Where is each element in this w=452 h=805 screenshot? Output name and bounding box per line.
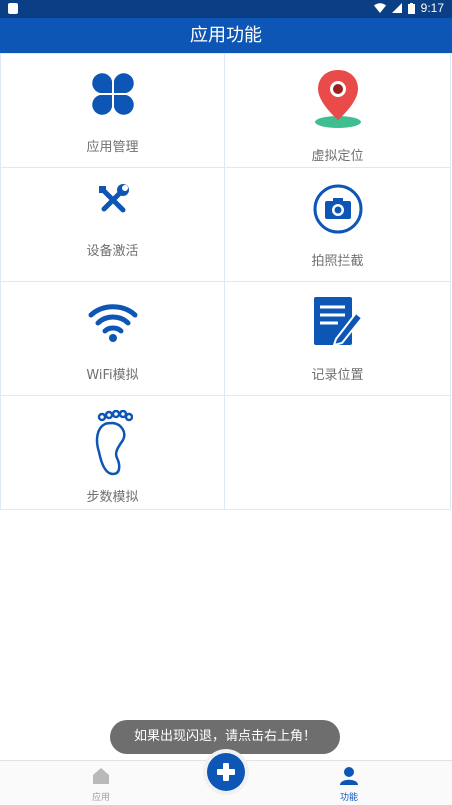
tab-apps[interactable]: 应用 (80, 761, 122, 805)
map-pin-icon (314, 70, 361, 128)
feature-virtual-location[interactable]: 虚拟定位 (225, 54, 451, 168)
camera-icon (313, 184, 362, 234)
feature-step-simulation[interactable]: 步数模拟 (0, 396, 225, 510)
status-time: 9:17 (420, 1, 444, 15)
feature-label: WiFi模拟 (86, 368, 139, 383)
plus-icon (217, 763, 235, 781)
tab-apps-label: 应用 (91, 793, 110, 803)
feature-app-management[interactable]: 应用管理 (0, 54, 225, 168)
clover-icon (91, 73, 134, 115)
status-bar: 9:17 (0, 0, 452, 18)
feature-grid: 应用管理 虚拟定位 设备激活 拍照拦截 WiFi模拟 记录位置 步数模拟 (0, 53, 452, 510)
person-icon (340, 767, 358, 785)
page-title: 应用功能 (190, 25, 262, 46)
notepad-icon (313, 297, 363, 347)
status-icons: 9:17 (373, 1, 444, 15)
feature-device-activation[interactable]: 设备激活 (0, 168, 225, 282)
signal-icon (391, 3, 402, 13)
notification-icon (8, 3, 18, 14)
add-button[interactable] (207, 753, 245, 791)
feature-label: 应用管理 (86, 140, 139, 155)
toast-message: 如果出现闪退，请点击右上角！ (110, 720, 340, 754)
tools-icon (98, 184, 129, 213)
app-bar: 应用功能 (0, 18, 452, 53)
home-icon (93, 768, 109, 784)
tab-features-label: 功能 (339, 793, 358, 803)
feature-record-location[interactable]: 记录位置 (225, 282, 451, 396)
battery-icon (407, 2, 415, 14)
footprint-icon (95, 410, 133, 476)
empty-cell (225, 396, 451, 510)
feature-label: 设备激活 (86, 244, 139, 259)
feature-wifi-simulation[interactable]: WiFi模拟 (0, 282, 225, 396)
wifi-icon (88, 304, 137, 342)
feature-label: 拍照拦截 (311, 254, 364, 269)
feature-label: 记录位置 (311, 368, 364, 383)
feature-label: 虚拟定位 (311, 149, 364, 164)
wifi-status-icon (373, 3, 386, 13)
feature-photo-intercept[interactable]: 拍照拦截 (225, 168, 451, 282)
tab-features[interactable]: 功能 (328, 761, 370, 805)
feature-label: 步数模拟 (86, 490, 139, 505)
